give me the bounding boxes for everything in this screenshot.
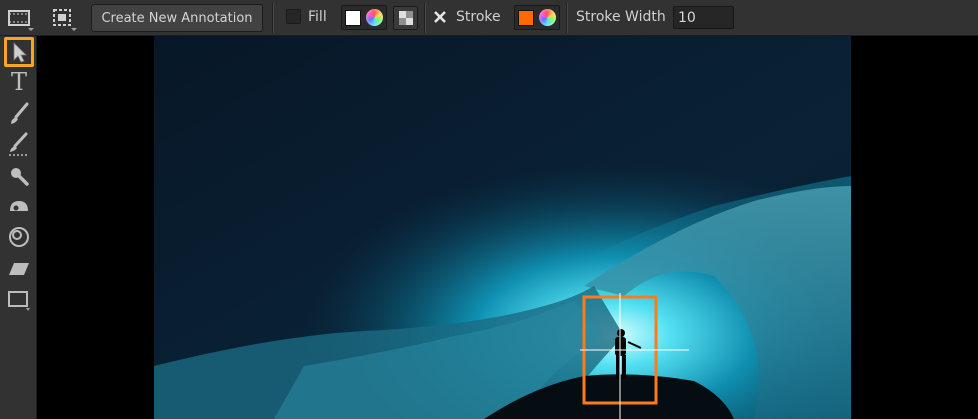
eraser-tool-button[interactable] [4,254,34,284]
stroke-color-wheel-icon[interactable] [539,9,557,26]
toolbar-divider [424,3,426,33]
filmstrip-dropdown-button[interactable] [6,5,36,31]
fill-checkbox[interactable] [286,9,301,24]
stroke-width-input[interactable] [673,6,734,29]
annotation-overlay[interactable] [154,36,851,419]
stroke-label: Stroke [456,9,501,25]
toolbar-divider [566,3,568,33]
ice-cave-image [154,36,851,419]
brush-dotted-tool-button[interactable] [4,129,34,159]
stroke-checkbox[interactable] [432,9,448,25]
text-icon: T [10,68,27,96]
stroke-color-group [514,5,560,30]
x-check-icon [434,11,446,23]
fill-color-wheel-icon[interactable] [366,9,384,26]
toolbar-divider [272,3,274,33]
frame-select-dropdown-button[interactable] [49,5,79,31]
annotation-toolbar: Create New Annotation Fill Stroke Stroke… [0,0,978,36]
smudge-tool-button[interactable] [4,191,34,221]
rectangle-tool-button[interactable] [4,285,34,315]
magnifier-icon [11,168,29,186]
checkerboard-icon [398,11,413,25]
tool-sidebar: T [0,36,37,419]
stroke-width-label: Stroke Width [576,9,666,25]
clone-icon [9,227,29,247]
filmstrip-icon [8,10,34,31]
image-viewer[interactable] [37,36,978,419]
smudge-icon [10,201,28,211]
eraser-icon [9,263,29,275]
brush-tool-button[interactable] [4,99,34,129]
text-tool-button[interactable]: T [4,67,34,97]
create-new-annotation-button[interactable]: Create New Annotation [91,4,263,32]
rectangle-icon [8,291,30,311]
stroke-color-swatch[interactable] [517,9,534,26]
brush-icon [11,102,29,124]
fill-transparency-button[interactable] [393,6,418,30]
fill-color-swatch[interactable] [344,9,361,26]
clone-tool-button[interactable] [4,222,34,252]
fill-color-group [341,5,387,30]
frame-select-icon [53,9,77,31]
select-tool-button[interactable] [4,37,34,67]
arrow-pointer-icon [13,42,27,63]
brush-dotted-icon [9,132,29,156]
magnifier-tool-button[interactable] [4,161,34,191]
fill-label: Fill [308,9,327,25]
